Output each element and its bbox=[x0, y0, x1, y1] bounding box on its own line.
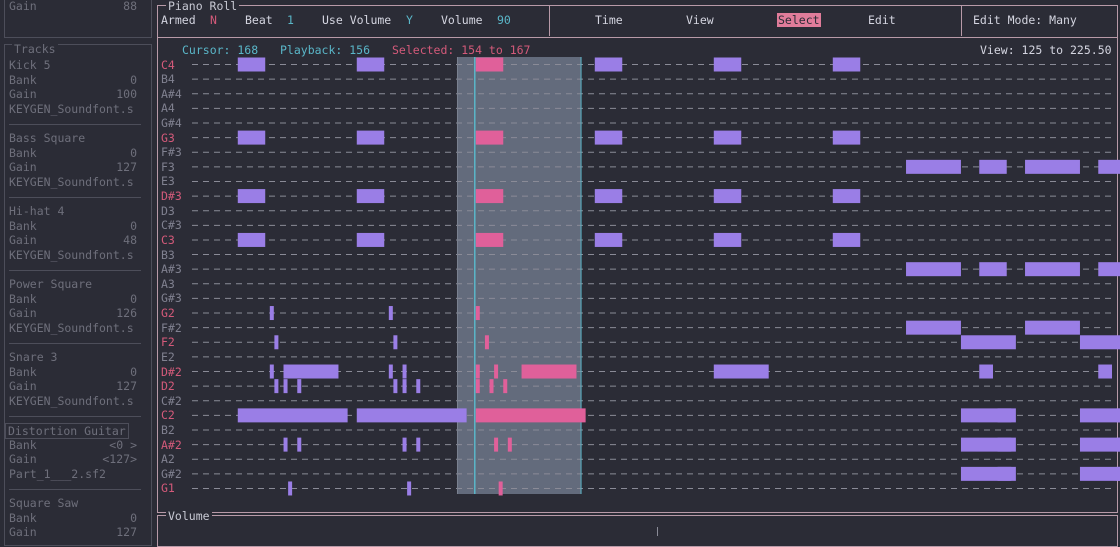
note-block bbox=[1116, 408, 1120, 423]
note-tick bbox=[494, 437, 499, 452]
note-tick bbox=[269, 306, 274, 321]
note-block bbox=[832, 232, 861, 247]
note-tick bbox=[274, 379, 279, 394]
note-tick bbox=[475, 379, 480, 394]
note-tick bbox=[416, 437, 421, 452]
note-tick bbox=[283, 364, 288, 379]
note-block bbox=[997, 408, 1012, 423]
note-block bbox=[475, 408, 586, 423]
note-tick bbox=[475, 364, 480, 379]
note-block bbox=[713, 189, 742, 204]
note-block bbox=[356, 130, 385, 145]
note-tick bbox=[269, 364, 274, 379]
note-tick bbox=[503, 379, 508, 394]
note-tick bbox=[388, 364, 393, 379]
note-block bbox=[237, 57, 266, 72]
note-block bbox=[237, 232, 266, 247]
note-block bbox=[1098, 262, 1120, 277]
note-block bbox=[475, 189, 504, 204]
note-tick bbox=[507, 437, 512, 452]
note-tick bbox=[407, 481, 412, 496]
note-tick bbox=[402, 364, 407, 379]
note-block bbox=[713, 57, 742, 72]
selection-region bbox=[457, 57, 582, 494]
note-block bbox=[1116, 466, 1120, 481]
note-block bbox=[594, 57, 623, 72]
note-block bbox=[237, 408, 348, 423]
note-block bbox=[356, 408, 467, 423]
note-block bbox=[521, 364, 577, 379]
note-tick bbox=[274, 335, 279, 350]
note-block bbox=[713, 232, 742, 247]
note-block bbox=[906, 262, 961, 277]
note-block bbox=[906, 159, 961, 174]
note-block bbox=[1079, 437, 1120, 452]
note-tick bbox=[393, 335, 398, 350]
note-block bbox=[832, 130, 861, 145]
note-block bbox=[594, 130, 623, 145]
note-tick bbox=[402, 437, 407, 452]
note-block bbox=[832, 57, 861, 72]
note-block bbox=[1025, 159, 1080, 174]
note-block bbox=[1098, 364, 1112, 379]
note-tick bbox=[494, 364, 499, 379]
note-block bbox=[475, 232, 504, 247]
note-block bbox=[832, 189, 861, 204]
note-tick bbox=[393, 379, 398, 394]
note-block bbox=[713, 130, 742, 145]
note-block bbox=[979, 159, 1007, 174]
note-block bbox=[713, 364, 769, 379]
note-block bbox=[356, 57, 385, 72]
note-block bbox=[1079, 466, 1120, 481]
note-tick bbox=[297, 437, 302, 452]
note-block bbox=[979, 262, 1007, 277]
note-block bbox=[356, 232, 385, 247]
note-block bbox=[475, 130, 504, 145]
note-block bbox=[960, 335, 1016, 350]
volume-cursor-marker bbox=[657, 527, 658, 536]
note-block bbox=[1025, 262, 1080, 277]
note-tick bbox=[416, 379, 421, 394]
volume-panel-title: Volume bbox=[166, 509, 212, 523]
note-tick bbox=[484, 335, 489, 350]
note-block bbox=[979, 364, 993, 379]
note-tick bbox=[498, 481, 503, 496]
note-block bbox=[1079, 408, 1120, 423]
note-block bbox=[997, 437, 1012, 452]
note-tick bbox=[283, 379, 288, 394]
note-block bbox=[237, 189, 266, 204]
note-tick bbox=[402, 379, 407, 394]
note-grid-canvas[interactable] bbox=[0, 0, 1120, 536]
note-block bbox=[1116, 437, 1120, 452]
note-block bbox=[594, 189, 623, 204]
note-tick bbox=[475, 306, 480, 321]
volume-panel bbox=[157, 515, 1118, 547]
note-tick bbox=[388, 306, 393, 321]
note-block bbox=[283, 364, 339, 379]
note-block bbox=[475, 57, 504, 72]
note-block bbox=[1079, 335, 1120, 350]
note-block bbox=[356, 189, 385, 204]
note-block bbox=[997, 466, 1012, 481]
note-tick bbox=[297, 379, 302, 394]
note-block bbox=[1025, 320, 1080, 335]
note-block bbox=[906, 320, 961, 335]
note-tick bbox=[288, 481, 293, 496]
note-tick bbox=[283, 437, 288, 452]
note-tick bbox=[489, 379, 494, 394]
note-block bbox=[237, 130, 266, 145]
note-block bbox=[594, 232, 623, 247]
note-block bbox=[1098, 159, 1120, 174]
